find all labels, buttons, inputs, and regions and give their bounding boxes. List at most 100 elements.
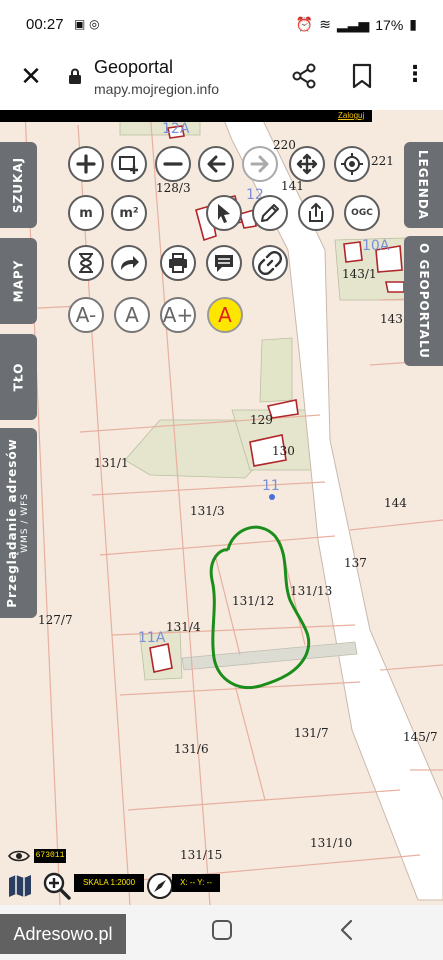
minus-icon bbox=[163, 162, 183, 166]
magnifier-icon[interactable] bbox=[42, 871, 72, 901]
measure-length-label: m bbox=[79, 205, 93, 221]
background-tab[interactable]: TŁO bbox=[0, 334, 37, 420]
compass-icon[interactable] bbox=[146, 872, 174, 900]
high-contrast-button[interactable]: A bbox=[207, 297, 243, 333]
parcel-label: 131/1 bbox=[94, 456, 129, 470]
link-icon bbox=[258, 251, 282, 275]
signal-icon: ▂▃▅ bbox=[336, 16, 370, 32]
share-icon[interactable] bbox=[290, 62, 318, 90]
page-title: Geoportal bbox=[94, 57, 174, 77]
parcel-label: 137 bbox=[344, 556, 367, 570]
status-right: ⏰ ≋ ▂▃▅ 17% ▮ bbox=[296, 16, 417, 33]
xy-readout: X: -- Y: -- bbox=[172, 874, 220, 892]
back-view-button[interactable] bbox=[198, 146, 234, 182]
share-map-button[interactable] bbox=[111, 245, 147, 281]
high-contrast-label: A bbox=[218, 303, 232, 327]
parcel-label: 129 bbox=[250, 413, 273, 427]
status-bar: 00:27 ▣ ◎ ⏰ ≋ ▂▃▅ 17% ▮ bbox=[0, 0, 443, 50]
ogc-label: OGC bbox=[351, 208, 373, 218]
parcel-label: 131/6 bbox=[174, 742, 209, 756]
upload-icon bbox=[309, 202, 323, 222]
parcel-label: 143/1 bbox=[342, 267, 377, 281]
forward-view-button[interactable] bbox=[242, 146, 278, 182]
close-icon[interactable]: ✕ bbox=[16, 62, 46, 92]
eye-icon[interactable] bbox=[8, 849, 30, 863]
printer-icon bbox=[169, 253, 187, 273]
search-tab[interactable]: SZUKAJ bbox=[0, 142, 37, 228]
bookmark-icon[interactable] bbox=[350, 62, 374, 90]
draw-button[interactable] bbox=[252, 195, 288, 231]
status-time: 00:27 bbox=[26, 16, 64, 33]
cursor-icon bbox=[218, 204, 230, 223]
address-label: 11 bbox=[262, 478, 280, 494]
font-smaller-button[interactable]: A- bbox=[68, 297, 104, 333]
browse-addresses-tab[interactable]: Przeglądanie adresów WMS / WFS bbox=[0, 428, 37, 618]
map-icon[interactable] bbox=[6, 872, 34, 900]
maps-tab-label: MAPY bbox=[11, 259, 26, 303]
about-tab[interactable]: O GEOPORTALU bbox=[404, 236, 443, 366]
measure-length-button[interactable]: m bbox=[68, 195, 104, 231]
plus-icon bbox=[76, 154, 96, 174]
parcel-label: 131/3 bbox=[190, 504, 225, 518]
zoom-box-button[interactable] bbox=[111, 146, 147, 182]
arrow-right-icon bbox=[250, 155, 269, 173]
parcel-label: 131/4 bbox=[166, 620, 201, 634]
font-normal-button[interactable]: A bbox=[114, 297, 150, 333]
search-tab-label: SZUKAJ bbox=[11, 156, 26, 214]
speech-bubble-icon bbox=[215, 255, 233, 272]
login-link[interactable]: Zaloguj bbox=[338, 111, 364, 120]
parcel-label: 144 bbox=[384, 496, 407, 510]
home-button-icon[interactable] bbox=[212, 920, 232, 940]
notes-button[interactable] bbox=[206, 245, 242, 281]
parcel-label: 221 bbox=[371, 154, 394, 168]
parcel-label: 131/13 bbox=[290, 584, 333, 598]
scale-readout: SKALA 1:2000 bbox=[74, 874, 144, 892]
pencil-icon bbox=[261, 204, 279, 222]
ogc-button[interactable]: OGC bbox=[344, 195, 380, 231]
parcel-label: 128/3 bbox=[156, 181, 191, 195]
maps-tab[interactable]: MAPY bbox=[0, 238, 37, 324]
battery-label: 17% bbox=[375, 16, 404, 33]
zoom-out-button[interactable] bbox=[155, 146, 191, 182]
map-view[interactable]: Zaloguj 128/3 220 141 221 143/1 143 129 … bbox=[0, 110, 443, 905]
zoom-in-button[interactable] bbox=[68, 146, 104, 182]
parcel-label: 143 bbox=[380, 312, 403, 326]
parcel-label: 220 bbox=[273, 138, 296, 152]
parcel-label: 131/12 bbox=[232, 594, 275, 608]
crosshair-icon bbox=[341, 153, 363, 175]
export-button[interactable] bbox=[298, 195, 334, 231]
history-button[interactable] bbox=[68, 245, 104, 281]
parcel-label: 131/10 bbox=[310, 836, 353, 850]
browser-toolbar: ✕ Geoportal mapy.mojregion.info ⋮ bbox=[0, 50, 443, 110]
address-label: 11A bbox=[138, 630, 166, 646]
legend-tab-label: LEGENDA bbox=[416, 149, 431, 221]
watermark: Adresowo.pl bbox=[0, 914, 126, 954]
link-button[interactable] bbox=[252, 245, 288, 281]
select-button[interactable] bbox=[206, 195, 242, 231]
more-menu-icon[interactable]: ⋮ bbox=[404, 62, 426, 90]
zoom-box-icon bbox=[119, 156, 138, 174]
font-smaller-label: A- bbox=[75, 303, 97, 327]
print-button[interactable] bbox=[160, 245, 196, 281]
address-label: 12A bbox=[162, 121, 190, 137]
hourglass-icon bbox=[79, 253, 93, 273]
page-url[interactable]: mapy.mojregion.info bbox=[94, 81, 219, 97]
parcel-label: 127/7 bbox=[38, 613, 73, 627]
address-label: 10A bbox=[362, 238, 390, 254]
background-tab-label: TŁO bbox=[11, 362, 26, 392]
move-icon bbox=[296, 153, 318, 175]
parcel-label: 131/15 bbox=[180, 848, 223, 862]
locate-button[interactable] bbox=[334, 146, 370, 182]
back-arrow-icon[interactable] bbox=[336, 918, 358, 942]
notification-icons: ▣ ◎ bbox=[74, 17, 100, 31]
wifi-icon: ≋ bbox=[319, 16, 331, 32]
parcel-label: 145/7 bbox=[403, 730, 438, 744]
about-tab-label: O GEOPORTALU bbox=[416, 243, 431, 359]
pan-button[interactable] bbox=[289, 146, 325, 182]
measure-area-label: m² bbox=[119, 205, 139, 221]
browse-addresses-label: Przeglądanie adresów WMS / WFS bbox=[5, 438, 32, 608]
font-larger-button[interactable]: A+ bbox=[160, 297, 196, 333]
coordinate-readout: 673011 bbox=[34, 849, 66, 863]
measure-area-button[interactable]: m² bbox=[111, 195, 147, 231]
legend-tab[interactable]: LEGENDA bbox=[404, 142, 443, 228]
